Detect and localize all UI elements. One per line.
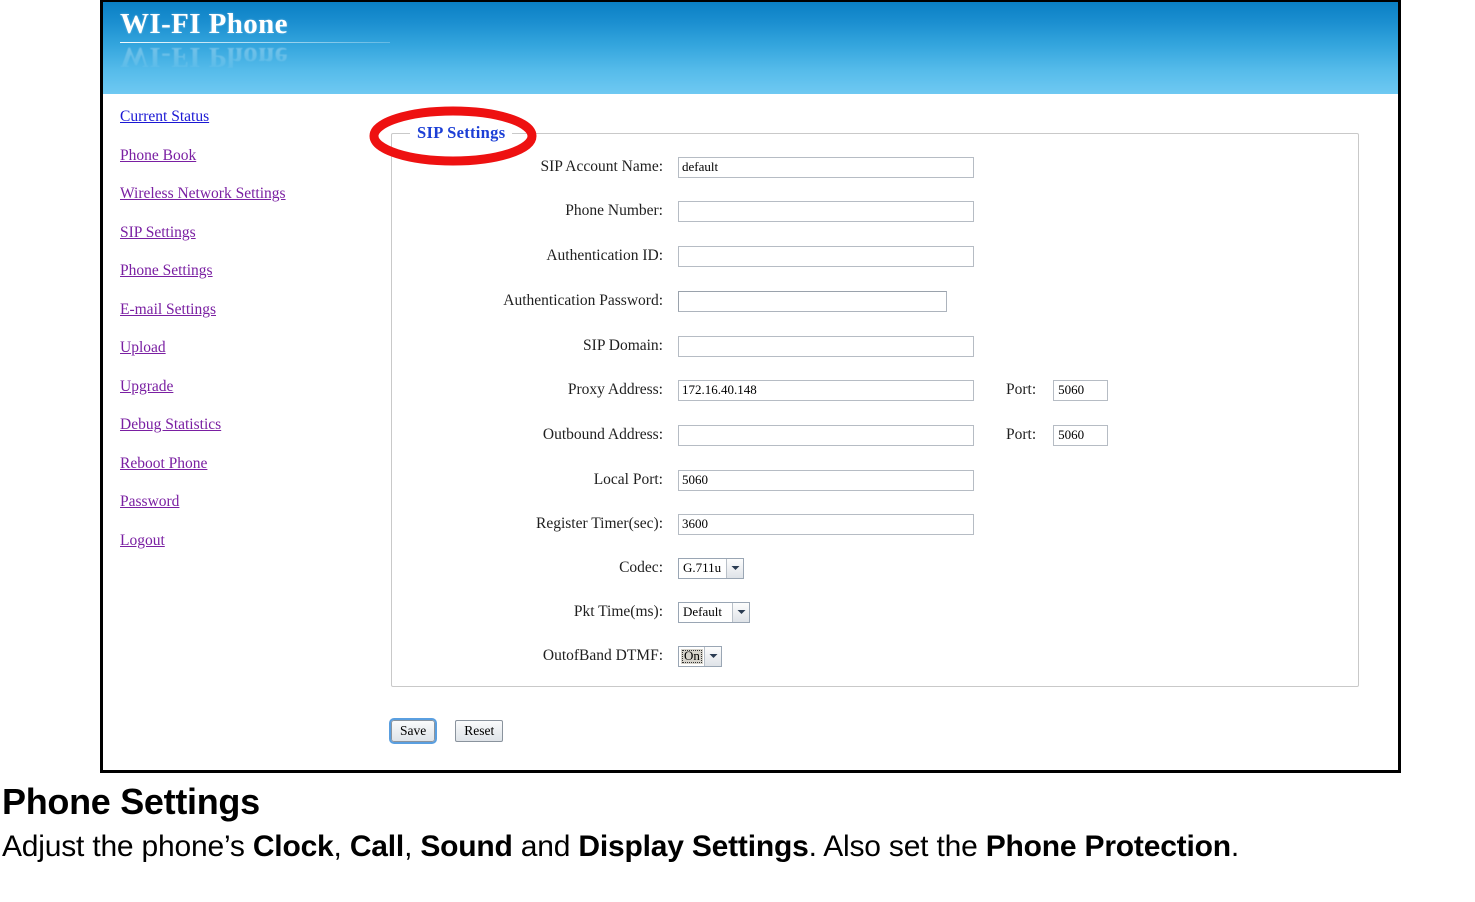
label-authentication-password: Authentication Password:: [503, 292, 663, 309]
sidebar-item-email-settings[interactable]: E-mail Settings: [120, 301, 216, 318]
outbound-address-input[interactable]: [678, 424, 974, 446]
label-outbound-port: Port:: [1006, 426, 1037, 443]
sidebar-item-sip-settings[interactable]: SIP Settings: [120, 224, 196, 241]
phone-number-input[interactable]: [678, 200, 974, 222]
sidebar-item-upgrade[interactable]: Upgrade: [120, 378, 173, 395]
sidebar-item-current-status[interactable]: Current Status: [120, 108, 209, 125]
row-local-port: Local Port:: [392, 467, 1358, 493]
authentication-id-input[interactable]: [678, 245, 974, 267]
sip-settings-legend: SIP Settings: [410, 123, 513, 143]
header-title-wrap: WI-FI Phone WI-FI Phone: [120, 7, 450, 94]
save-button[interactable]: Save: [388, 718, 438, 744]
header-title-reflection: WI-FI Phone: [120, 41, 288, 73]
label-proxy-address: Proxy Address:: [567, 381, 663, 398]
header-banner: WI-FI Phone WI-FI Phone: [103, 2, 1398, 94]
authentication-password-input[interactable]: [678, 290, 947, 312]
page-title: WI-FI Phone: [120, 8, 288, 40]
codec-select-value: G.711u: [683, 560, 722, 575]
label-pkt-time: Pkt Time(ms):: [573, 603, 663, 620]
row-outbound-address: Outbound Address: Port:: [392, 422, 1358, 448]
label-phone-number: Phone Number:: [565, 202, 663, 219]
chevron-down-icon[interactable]: [704, 646, 721, 666]
sidebar-item-upload[interactable]: Upload: [120, 339, 166, 356]
sip-settings-fieldset: SIP Settings SIP Account Name: Phone Num…: [391, 123, 1359, 687]
row-phone-number: Phone Number:: [392, 198, 1358, 224]
sidebar-item-debug-statistics[interactable]: Debug Statistics: [120, 416, 221, 433]
label-codec: Codec:: [619, 559, 663, 576]
label-outbound-address: Outbound Address:: [542, 426, 663, 443]
local-port-input[interactable]: [678, 469, 974, 491]
proxy-port-input[interactable]: [1053, 379, 1109, 401]
sidebar-nav: Current Status Phone Book Wireless Netwo…: [120, 108, 390, 570]
chevron-down-icon[interactable]: [726, 558, 744, 578]
outofband-dtmf-select-value: On: [681, 648, 703, 664]
register-timer-input[interactable]: [678, 513, 974, 535]
page-body: Current Status Phone Book Wireless Netwo…: [103, 94, 1398, 770]
row-sip-account-name: SIP Account Name:: [392, 154, 1358, 180]
sidebar-item-phone-settings[interactable]: Phone Settings: [120, 262, 213, 279]
caption-heading: Phone Settings: [2, 781, 260, 822]
row-authentication-password: Authentication Password:: [392, 288, 1358, 314]
outofband-dtmf-select[interactable]: On: [678, 645, 722, 667]
caption-text: Adjust the phone’s Clock, Call, Sound an…: [2, 830, 1239, 863]
caption-block: Phone Settings Adjust the phone’s Clock,…: [0, 780, 1475, 866]
sip-account-name-input[interactable]: [678, 156, 974, 178]
sidebar-item-password[interactable]: Password: [120, 493, 179, 510]
row-register-timer: Register Timer(sec):: [392, 511, 1358, 537]
label-sip-domain: SIP Domain:: [583, 337, 663, 354]
pkt-time-select-value: Default: [683, 604, 722, 619]
reset-button[interactable]: Reset: [455, 720, 504, 742]
outbound-port-input[interactable]: [1053, 424, 1109, 446]
row-outofband-dtmf: OutofBand DTMF: On: [392, 643, 1358, 669]
label-register-timer: Register Timer(sec):: [536, 515, 663, 532]
sip-domain-input[interactable]: [678, 335, 974, 357]
form-action-bar: Save Reset: [388, 718, 504, 744]
label-proxy-port: Port:: [1006, 381, 1037, 398]
proxy-address-input[interactable]: [678, 379, 974, 401]
sidebar-item-logout[interactable]: Logout: [120, 532, 165, 549]
row-pkt-time: Pkt Time(ms): Default: [392, 599, 1358, 625]
pkt-time-select[interactable]: Default: [678, 601, 750, 623]
row-codec: Codec: G.711u: [392, 555, 1358, 581]
label-local-port: Local Port:: [593, 471, 663, 488]
chevron-down-icon[interactable]: [732, 602, 749, 622]
row-authentication-id: Authentication ID:: [392, 243, 1358, 269]
browser-window: WI-FI Phone WI-FI Phone Current Status P…: [100, 0, 1401, 773]
codec-select[interactable]: G.711u: [678, 557, 745, 579]
row-sip-domain: SIP Domain:: [392, 333, 1358, 359]
sidebar-item-wireless-network-settings[interactable]: Wireless Network Settings: [120, 185, 286, 202]
label-outofband-dtmf: OutofBand DTMF:: [542, 647, 663, 664]
sidebar-item-phone-book[interactable]: Phone Book: [120, 147, 196, 164]
sidebar-item-reboot-phone[interactable]: Reboot Phone: [120, 455, 207, 472]
label-authentication-id: Authentication ID:: [546, 247, 663, 264]
label-sip-account-name: SIP Account Name:: [540, 158, 663, 175]
row-proxy-address: Proxy Address: Port:: [392, 377, 1358, 403]
